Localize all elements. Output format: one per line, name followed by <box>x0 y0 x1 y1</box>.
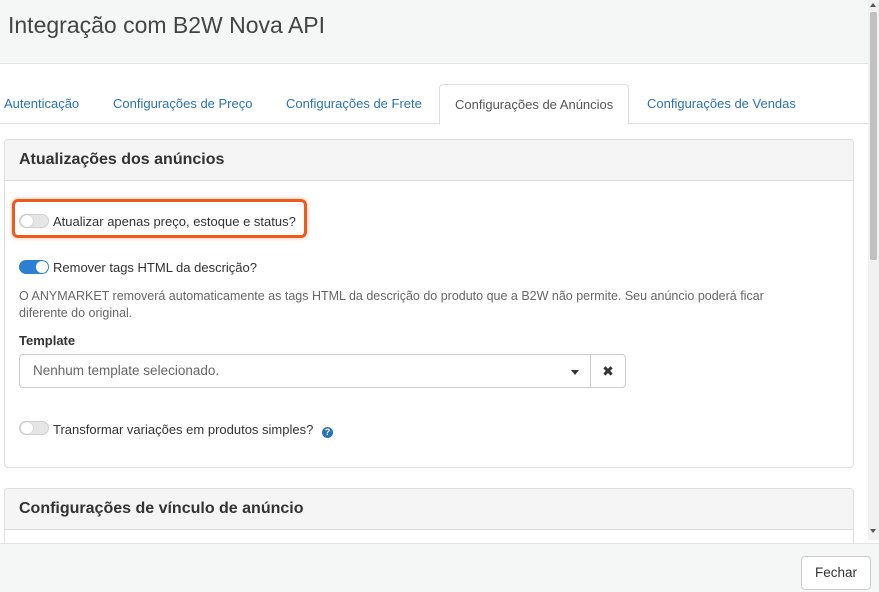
remove-html-tags-label: Remover tags HTML da descrição? <box>53 260 257 275</box>
toggle-knob <box>21 422 33 434</box>
times-icon: ✖ <box>602 363 614 379</box>
vertical-scrollbar[interactable] <box>868 0 879 540</box>
close-button[interactable]: Fechar <box>801 556 871 590</box>
caret-down-icon <box>571 370 579 375</box>
highlight-annotation <box>12 199 307 238</box>
question-circle-icon[interactable]: ? <box>322 427 333 438</box>
tab-configuracoes-vendas[interactable]: Configurações de Vendas <box>647 84 796 124</box>
modal-header: Integração com B2W Nova API <box>0 0 879 64</box>
clear-template-button[interactable]: ✖ <box>590 354 626 388</box>
tab-configuracoes-anuncios[interactable]: Configurações de Anúncios <box>439 84 630 125</box>
scrollbar-thumb[interactable] <box>870 12 877 260</box>
tab-configuracoes-frete[interactable]: Configurações de Frete <box>286 84 422 124</box>
tab-bar: Autenticação Configurações de Preço Conf… <box>0 84 868 125</box>
ad-updates-panel: Atualizações dos anúncios Atualizar apen… <box>4 139 854 468</box>
remove-html-help-text: O ANYMARKET removerá automaticamente as … <box>19 289 764 320</box>
tab-autenticacao[interactable]: Autenticação <box>4 84 79 124</box>
toggle-knob <box>36 261 48 273</box>
tab-configuracoes-preco[interactable]: Configurações de Preço <box>113 84 252 124</box>
panel-heading: Configurações de vínculo de anúncio <box>5 489 853 530</box>
template-label: Template <box>19 333 76 348</box>
panel-title: Configurações de vínculo de anúncio <box>19 500 304 517</box>
modal-title: Integração com B2W Nova API <box>8 12 326 38</box>
transform-variations-toggle[interactable] <box>19 421 49 435</box>
panel-heading: Atualizações dos anúncios <box>5 140 853 181</box>
scroll-down-arrow-icon[interactable] <box>870 529 876 533</box>
scroll-up-arrow-icon[interactable] <box>870 3 876 7</box>
modal-footer: Fechar <box>0 543 879 592</box>
panel-title: Atualizações dos anúncios <box>19 151 225 168</box>
transform-variations-label: Transformar variações em produtos simple… <box>53 422 314 437</box>
remove-html-tags-toggle[interactable] <box>19 260 49 274</box>
template-select-value: Nenhum template selecionado. <box>33 363 220 378</box>
template-select[interactable]: Nenhum template selecionado. <box>19 354 591 388</box>
